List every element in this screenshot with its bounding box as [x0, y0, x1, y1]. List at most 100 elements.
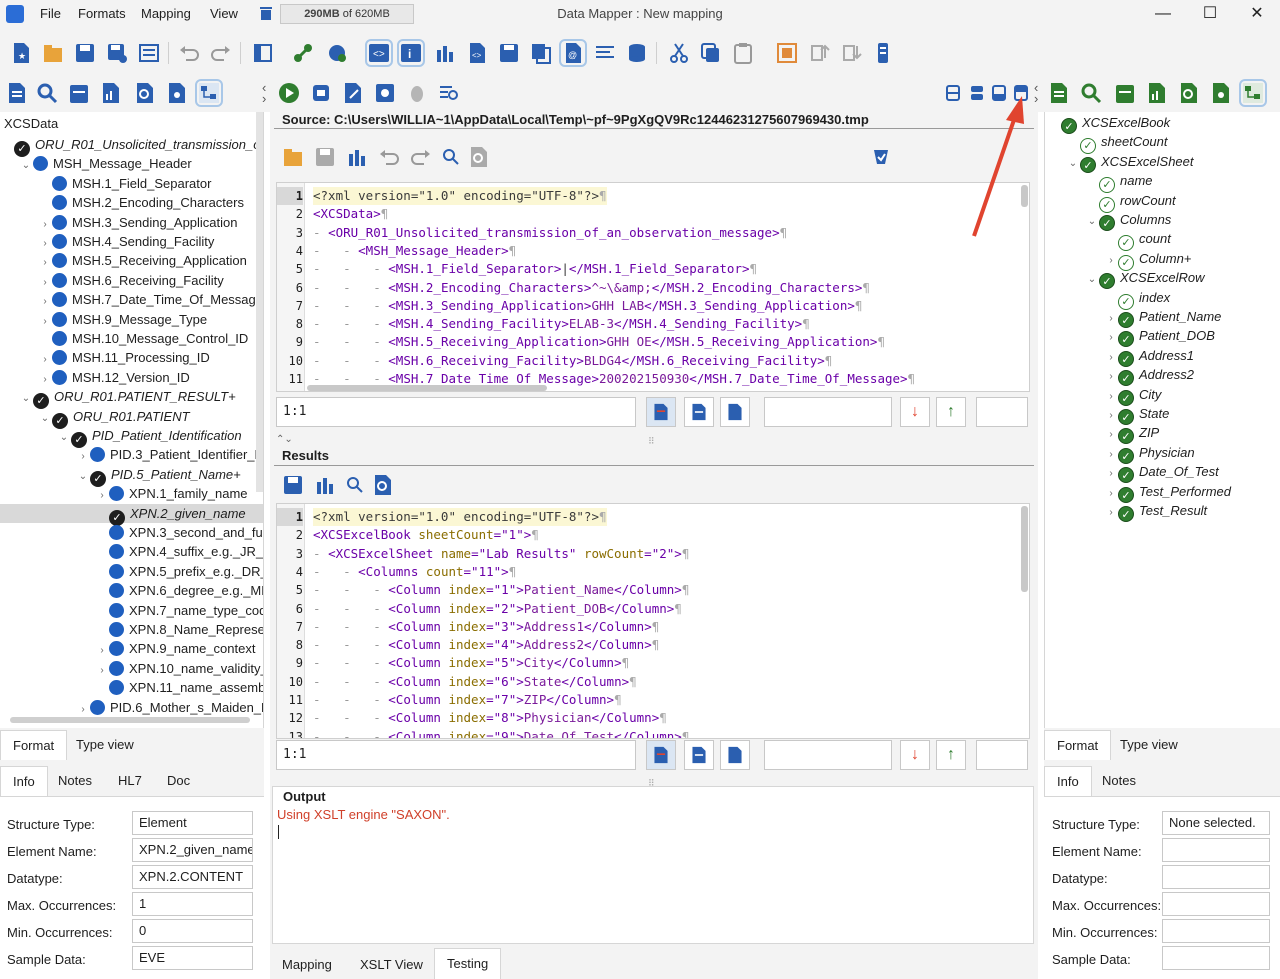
left-tree-row[interactable]: XPN.7_name_type_code [0, 601, 263, 620]
left-tree-row[interactable]: MSH.1_Field_Separator [0, 174, 263, 193]
source-editor-hscrollbar[interactable] [307, 385, 547, 391]
close-button[interactable]: ✕ [1242, 4, 1272, 24]
left-tree-row[interactable]: XPN.5_prefix_e.g._DR_ [0, 562, 263, 581]
field-max-occurrences[interactable]: 1 [132, 892, 253, 916]
left-tree-row[interactable]: › XPN.1_family_name [0, 484, 263, 503]
right-tree-row[interactable]: ⌄ ✓ XCSExcelRow [1045, 268, 1280, 290]
right-tree-row[interactable]: ⌄ ✓ Columns [1045, 210, 1280, 231]
source-open-icon[interactable] [282, 146, 304, 168]
split-view-icon[interactable] [252, 42, 274, 64]
left-tree-row[interactable]: ⌄ MSH_Message_Header [0, 154, 263, 173]
collapse-arrow-icon[interactable]: › [76, 700, 90, 719]
left-tree-row[interactable]: › MSH.4_Sending_Facility [0, 232, 263, 251]
left-settings-icon[interactable] [166, 82, 188, 104]
run-icon[interactable] [278, 82, 300, 104]
left-find-icon[interactable] [134, 82, 156, 104]
auto-map-icon[interactable] [326, 42, 348, 64]
format-lines-icon[interactable] [594, 42, 616, 64]
field-min-occurrences[interactable]: 0 [132, 919, 253, 943]
undo-icon[interactable] [178, 42, 200, 64]
expand-arrow-icon[interactable]: ⌄ [19, 389, 33, 408]
left-tree-row[interactable]: › MSH.3_Sending_Application [0, 213, 263, 232]
right-tab-type-view[interactable]: Type view [1108, 730, 1190, 760]
left-tree-row[interactable]: XPN.8_Name_Represen [0, 620, 263, 639]
right-tree-row[interactable]: › ✓ Test_Performed [1045, 482, 1280, 503]
results-find-box[interactable] [764, 740, 892, 770]
move-down-icon[interactable] [840, 42, 862, 64]
results-editor-scrollbar[interactable] [1021, 506, 1028, 592]
collapse-arrow-icon[interactable]: › [1104, 309, 1118, 328]
expand-arrow-icon[interactable]: ⌄ [57, 428, 71, 447]
results-doc-view-button[interactable] [684, 740, 714, 770]
left-tree-row[interactable]: ✓ ORU_R01_Unsolicited_transmission_of_ar [0, 135, 263, 157]
left-tree-row[interactable]: › PID.6_Mother_s_Maiden_N [0, 698, 263, 717]
collapse-arrow-icon[interactable]: › [95, 641, 109, 660]
email-doc-icon[interactable]: @ [559, 39, 587, 67]
right-tree-row[interactable]: › ✓ Column+ [1045, 249, 1280, 271]
right-tree-row[interactable]: › ✓ State [1045, 404, 1280, 425]
collapse-arrow-icon[interactable]: › [1104, 328, 1118, 347]
save-icon[interactable] [74, 42, 96, 64]
collapse-arrow-icon[interactable]: › [38, 292, 52, 311]
left-tree-scrollbar[interactable] [256, 112, 263, 492]
left-tree-row[interactable]: › PID.3_Patient_Identifier_Lis [0, 445, 263, 464]
left-tree-row[interactable]: › MSH.6_Receiving_Facility [0, 271, 263, 290]
field-element-name[interactable]: XPN.2_given_name [132, 838, 253, 862]
collapse-arrow-icon[interactable]: › [1104, 348, 1118, 367]
source-validate-icon[interactable] [870, 146, 892, 168]
results-editor[interactable]: 1 <?xml version="1.0" encoding="UTF-8"?>¶… [276, 503, 1030, 739]
right-tree-layout-icon[interactable] [1239, 79, 1267, 107]
left-tree-row[interactable]: ⌄ ✓ PID.5_Patient_Name+ [0, 465, 263, 487]
right-tree-row[interactable]: › ✓ Address1 [1045, 346, 1280, 367]
collapse-arrow-icon[interactable]: › [76, 447, 90, 466]
collapse-left-icon[interactable]: ‹ › [262, 81, 266, 105]
right-tree-row[interactable]: › ✓ Patient_Name [1045, 307, 1280, 328]
left-tree-row[interactable]: › MSH.11_Processing_ID [0, 348, 263, 367]
collapse-arrow-icon[interactable]: › [38, 253, 52, 272]
copy-doc-icon[interactable] [530, 42, 552, 64]
collapse-arrow-icon[interactable]: › [1104, 503, 1118, 522]
collapse-arrow-icon[interactable]: › [1104, 367, 1118, 386]
menu-formats[interactable]: Formats [78, 6, 126, 21]
splitter-handle-icon[interactable]: ⠿ [648, 436, 655, 447]
left-tree-row[interactable]: XPN.11_name_assembly [0, 678, 263, 697]
collapse-arrow-icon[interactable]: › [1104, 445, 1118, 464]
collapse-arrow-icon[interactable]: › [95, 661, 109, 680]
source-extra-box[interactable] [976, 397, 1028, 427]
source-redo-icon[interactable] [410, 146, 432, 168]
collapse-arrow-icon[interactable]: › [1104, 387, 1118, 406]
collapse-arrow-icon[interactable]: › [38, 312, 52, 331]
save-xml-icon[interactable] [498, 42, 520, 64]
source-prev-button[interactable]: ↑ [936, 397, 966, 427]
right-doc-icon[interactable] [1048, 82, 1070, 104]
right-tree-row[interactable]: ⌄ ✓ XCSExcelSheet [1045, 152, 1280, 173]
right-tree-row[interactable]: ✓ name [1045, 171, 1280, 194]
source-doc-view-button[interactable] [684, 397, 714, 427]
tab-format[interactable]: Format [0, 730, 68, 760]
results-extra-box[interactable] [976, 740, 1028, 770]
source-find-box[interactable] [764, 397, 892, 427]
source-editor[interactable]: 1 <?xml version="1.0" encoding="UTF-8"?>¶… [276, 182, 1030, 392]
field-datatype[interactable]: XPN.2.CONTENT [132, 865, 253, 889]
results-search-icon[interactable] [344, 474, 366, 496]
tab-type-view[interactable]: Type view [64, 730, 146, 760]
right-tab-info[interactable]: Info [1044, 766, 1092, 796]
right-tree-row[interactable]: › ✓ Date_Of_Test [1045, 462, 1280, 484]
right-tree-row[interactable]: › ✓ Physician [1045, 443, 1280, 464]
map-link-icon[interactable] [292, 42, 314, 64]
results-html-view-button[interactable] [720, 740, 750, 770]
run-batch-icon[interactable] [310, 82, 332, 104]
left-tree-row[interactable]: ⌄ ✓ ORU_R01.PATIENT [0, 407, 263, 429]
results-find-doc-icon[interactable] [372, 474, 394, 496]
collapse-right-icon[interactable]: ‹ › [1034, 81, 1038, 105]
right-field-max-occurrences[interactable] [1162, 892, 1270, 916]
left-tree-row[interactable]: ⌄ ✓ PID_Patient_Identification [0, 426, 263, 448]
right-field-datatype[interactable] [1162, 865, 1270, 889]
right-tab-format[interactable]: Format [1044, 730, 1112, 760]
right-tree-row[interactable]: › ✓ Address2 [1045, 365, 1280, 387]
results-schema-icon[interactable] [314, 474, 336, 496]
right-settings-icon[interactable] [1210, 82, 1232, 104]
left-tree-row[interactable]: › XPN.9_name_context [0, 639, 263, 658]
right-tree-row[interactable]: ✓ XCSExcelBook [1045, 113, 1280, 134]
left-tree-row[interactable]: › MSH.5_Receiving_Application [0, 251, 263, 270]
